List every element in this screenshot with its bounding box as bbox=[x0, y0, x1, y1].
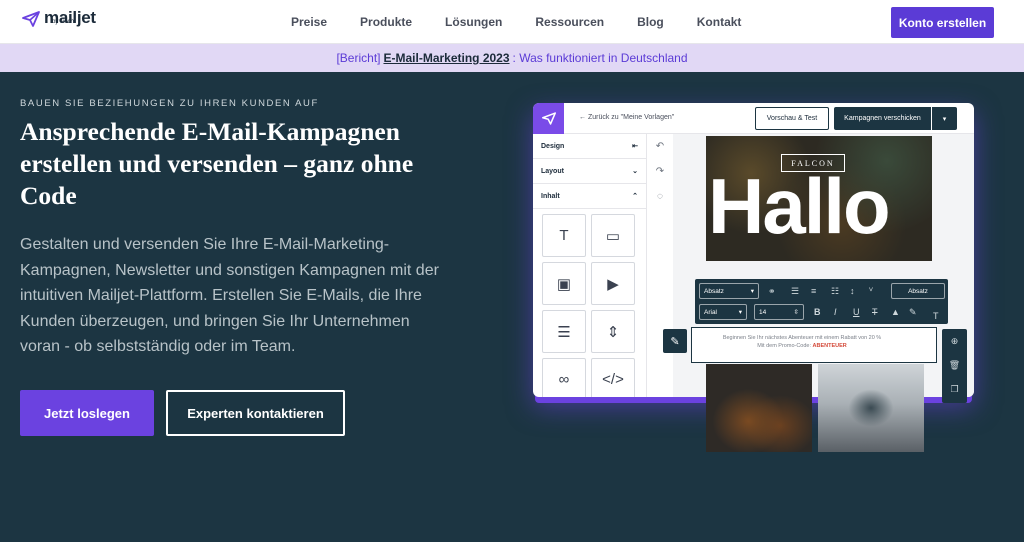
get-started-button[interactable]: Jetzt loslegen bbox=[20, 390, 154, 436]
paragraph-button[interactable]: Absatz bbox=[891, 283, 945, 299]
hero-photo[interactable]: FALCON Hallo bbox=[706, 136, 932, 261]
chevron-up-icon: ⌃ bbox=[632, 193, 638, 200]
chevron-down-icon: ▾ bbox=[750, 288, 754, 295]
line-height-icon[interactable]: ↕ bbox=[850, 286, 855, 296]
paragraph-style-select[interactable]: Absatz ▾ bbox=[699, 283, 759, 299]
text-block-icon[interactable]: T bbox=[542, 214, 586, 257]
social-block-icon[interactable]: ∞ bbox=[542, 358, 586, 397]
nav-links: Preise Produkte Lösungen Ressourcen Blog… bbox=[291, 15, 741, 29]
highlight-icon[interactable]: ✎ bbox=[909, 307, 917, 317]
back-to-templates-link[interactable]: ← Zurück zu "Meine Vorlagen" bbox=[579, 114, 674, 121]
banner-suffix: : Was funktioniert in Deutschland bbox=[512, 51, 688, 65]
editor-logo bbox=[533, 103, 564, 134]
sidebar-section-design[interactable]: Design ⇤ bbox=[533, 134, 646, 159]
italic-icon[interactable]: I bbox=[834, 307, 837, 317]
nav-link-blog[interactable]: Blog bbox=[637, 15, 664, 29]
send-campaign-button[interactable]: Kampagnen verschicken bbox=[834, 107, 931, 130]
divider-block-icon[interactable]: ☰ bbox=[542, 310, 586, 353]
banner-prefix: [Bericht] bbox=[336, 51, 381, 65]
trash-icon[interactable]: 🗑 bbox=[942, 353, 967, 377]
link-icon[interactable]: ⚭ bbox=[768, 286, 776, 296]
nav-link-preise[interactable]: Preise bbox=[291, 15, 327, 29]
logo-subtitle: by sinch bbox=[52, 19, 75, 25]
bullet-list-icon[interactable]: ☰ bbox=[791, 286, 799, 296]
zoom-icon[interactable]: ⊕ bbox=[942, 329, 967, 353]
report-banner[interactable]: [Bericht] E-Mail-Marketing 2023 : Was fu… bbox=[0, 44, 1024, 72]
text-format-toolbar: Absatz ▾ ⚭ ☰ ≡ ☷ ↕ ⱽ Absatz Arial ▾ 14 ⇳ B … bbox=[695, 279, 948, 324]
redo-icon[interactable]: ↷ bbox=[647, 159, 673, 184]
duplicate-icon[interactable]: ❐ bbox=[942, 377, 967, 401]
promo-code: ABENTEUER bbox=[812, 343, 847, 349]
code-block-icon[interactable]: </> bbox=[591, 358, 635, 397]
stepper-icon: ⇳ bbox=[793, 309, 799, 316]
editor-sidebar: Design ⇤ Layout ⌄ Inhalt ⌃ T ▭ ▣ ▶ ☰ ⇕ ∞… bbox=[533, 134, 647, 397]
hero-eyebrow: BAUEN SIE BEZIEHUNGEN ZU IHREN KUNDEN AU… bbox=[20, 98, 319, 109]
nav-link-kontakt[interactable]: Kontakt bbox=[697, 15, 742, 29]
letter-spacing-icon[interactable]: ⱽ bbox=[869, 286, 873, 296]
video-block-icon[interactable]: ▶ bbox=[591, 262, 635, 305]
spacer-block-icon[interactable]: ⇕ bbox=[591, 310, 635, 353]
chevron-down-icon: ⌄ bbox=[632, 168, 638, 175]
editor-topbar: ← Zurück zu "Meine Vorlagen" Vorschau & … bbox=[533, 103, 974, 134]
banner-highlight-link[interactable]: E-Mail-Marketing 2023 bbox=[383, 51, 509, 65]
contact-experts-button[interactable]: Experten kontaktieren bbox=[166, 390, 345, 436]
hiker-photo[interactable] bbox=[818, 364, 924, 452]
preview-test-button[interactable]: Vorschau & Test bbox=[755, 107, 829, 130]
hero-title: Ansprechende E-Mail-Kampagnen erstellen … bbox=[20, 117, 414, 210]
bold-icon[interactable]: B bbox=[814, 307, 821, 317]
collapse-left-icon: ⇤ bbox=[632, 143, 638, 150]
hero-description: Gestalten und versenden Sie Ihre E-Mail-… bbox=[20, 236, 439, 355]
text-color-icon[interactable]: ▲ bbox=[891, 307, 900, 317]
block-actions: ⊕ 🗑 ❐ bbox=[942, 329, 967, 403]
nav-link-ressourcen[interactable]: Ressourcen bbox=[535, 15, 604, 29]
create-account-button[interactable]: Konto erstellen bbox=[891, 7, 994, 38]
nav-link-produkte[interactable]: Produkte bbox=[360, 15, 412, 29]
paper-plane-icon bbox=[541, 112, 556, 125]
sidebar-section-layout[interactable]: Layout ⌄ bbox=[533, 159, 646, 184]
clear-format-icon[interactable]: T bbox=[933, 311, 939, 321]
boots-photo[interactable] bbox=[706, 364, 812, 452]
promo-text: Beginnen Sie Ihr nächstes Abenteuer mit … bbox=[722, 335, 882, 349]
comment-icon[interactable]: ◌ bbox=[647, 184, 673, 209]
underline-icon[interactable]: U bbox=[853, 307, 860, 317]
top-navigation: mailjet by sinch Preise Produkte Lösunge… bbox=[0, 0, 1024, 44]
numbered-list-icon[interactable]: ≡ bbox=[811, 286, 816, 296]
strikethrough-icon[interactable]: T bbox=[872, 307, 878, 317]
align-icon[interactable]: ☷ bbox=[831, 286, 839, 296]
arrow-left-icon: ← bbox=[579, 114, 588, 121]
undo-icon[interactable]: ↶ bbox=[647, 134, 673, 159]
email-headline: Hallo bbox=[708, 162, 891, 250]
font-family-select[interactable]: Arial ▾ bbox=[699, 304, 747, 320]
sidebar-section-inhalt[interactable]: Inhalt ⌃ bbox=[533, 184, 646, 209]
chevron-down-icon: ▾ bbox=[738, 309, 742, 316]
pencil-icon[interactable]: ✎ bbox=[663, 329, 687, 353]
button-block-icon[interactable]: ▭ bbox=[591, 214, 635, 257]
chevron-down-icon[interactable]: ▾ bbox=[932, 107, 957, 130]
font-size-stepper[interactable]: 14 ⇳ bbox=[754, 304, 804, 320]
image-block-icon[interactable]: ▣ bbox=[542, 262, 586, 305]
paper-plane-logo-icon bbox=[22, 11, 40, 27]
nav-link-loesungen[interactable]: Lösungen bbox=[445, 15, 502, 29]
history-tools: ↶ ↷ ◌ bbox=[647, 134, 673, 214]
